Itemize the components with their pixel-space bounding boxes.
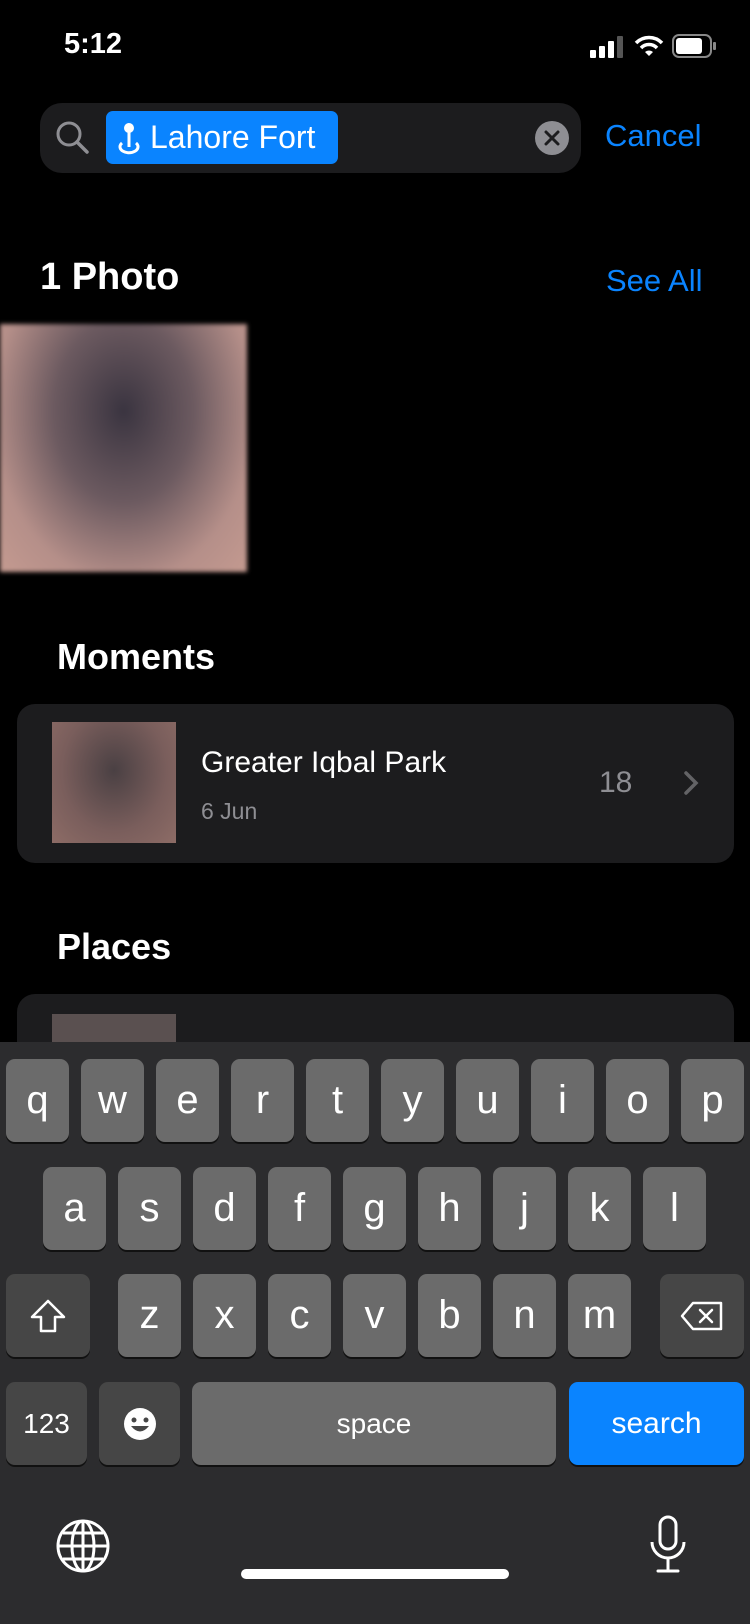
moments-title: Moments <box>57 636 216 677</box>
shift-icon <box>30 1299 66 1332</box>
key-h[interactable]: h <box>418 1167 481 1250</box>
search-key[interactable]: search <box>569 1382 744 1465</box>
clear-icon[interactable] <box>535 121 569 155</box>
key-c[interactable]: c <box>268 1274 331 1357</box>
key-l[interactable]: l <box>643 1167 706 1250</box>
key-a[interactable]: a <box>43 1167 106 1250</box>
key-j[interactable]: j <box>493 1167 556 1250</box>
key-i[interactable]: i <box>531 1059 594 1142</box>
space-key[interactable]: space <box>192 1382 556 1465</box>
status-time: 5:12 <box>64 28 123 60</box>
microphone-icon[interactable] <box>648 1514 688 1581</box>
emoji-icon <box>123 1407 156 1440</box>
key-u[interactable]: u <box>456 1059 519 1142</box>
key-p[interactable]: p <box>681 1059 744 1142</box>
search-token-label: Lahore Fort <box>150 119 316 155</box>
cancel-button[interactable]: Cancel <box>605 118 702 154</box>
globe-icon[interactable] <box>55 1518 111 1579</box>
moment-title: Greater Iqbal Park <box>201 746 447 779</box>
key-m[interactable]: m <box>568 1274 631 1357</box>
shift-key[interactable] <box>6 1274 90 1357</box>
search-token[interactable]: Lahore Fort <box>106 111 338 164</box>
key-s[interactable]: s <box>118 1167 181 1250</box>
see-all-link[interactable]: See All <box>606 263 703 299</box>
photo-thumbnail[interactable] <box>0 324 247 572</box>
chevron-right-icon <box>683 770 699 801</box>
places-title: Places <box>57 926 172 967</box>
search-field[interactable]: Lahore Fort <box>40 103 581 173</box>
key-k[interactable]: k <box>568 1167 631 1250</box>
key-r[interactable]: r <box>231 1059 294 1142</box>
key-d[interactable]: d <box>193 1167 256 1250</box>
key-n[interactable]: n <box>493 1274 556 1357</box>
key-e[interactable]: e <box>156 1059 219 1142</box>
cellular-signal-icon <box>590 36 624 63</box>
home-indicator[interactable] <box>241 1569 509 1579</box>
key-w[interactable]: w <box>81 1059 144 1142</box>
moment-thumbnail <box>52 722 176 843</box>
delete-key[interactable] <box>660 1274 744 1357</box>
location-pin-icon <box>118 122 140 154</box>
numbers-key[interactable]: 123 <box>6 1382 87 1465</box>
search-icon <box>55 120 91 161</box>
key-g[interactable]: g <box>343 1167 406 1250</box>
delete-icon <box>680 1301 723 1330</box>
key-q[interactable]: q <box>6 1059 69 1142</box>
moment-count: 18 <box>599 766 633 799</box>
emoji-key[interactable] <box>99 1382 180 1465</box>
key-f[interactable]: f <box>268 1167 331 1250</box>
photos-title: 1 Photo <box>40 256 180 298</box>
key-t[interactable]: t <box>306 1059 369 1142</box>
key-z[interactable]: z <box>118 1274 181 1357</box>
moment-date: 6 Jun <box>201 798 258 824</box>
key-o[interactable]: o <box>606 1059 669 1142</box>
keyboard: qwertyuiop asdfghjkl zxcvbnm 123 space sea… <box>0 1042 750 1624</box>
key-b[interactable]: b <box>418 1274 481 1357</box>
key-x[interactable]: x <box>193 1274 256 1357</box>
key-v[interactable]: v <box>343 1274 406 1357</box>
battery-icon <box>672 34 716 63</box>
moment-list-item[interactable]: Greater Iqbal Park 6 Jun 18 <box>17 704 734 863</box>
key-y[interactable]: y <box>381 1059 444 1142</box>
wifi-icon <box>634 34 664 63</box>
